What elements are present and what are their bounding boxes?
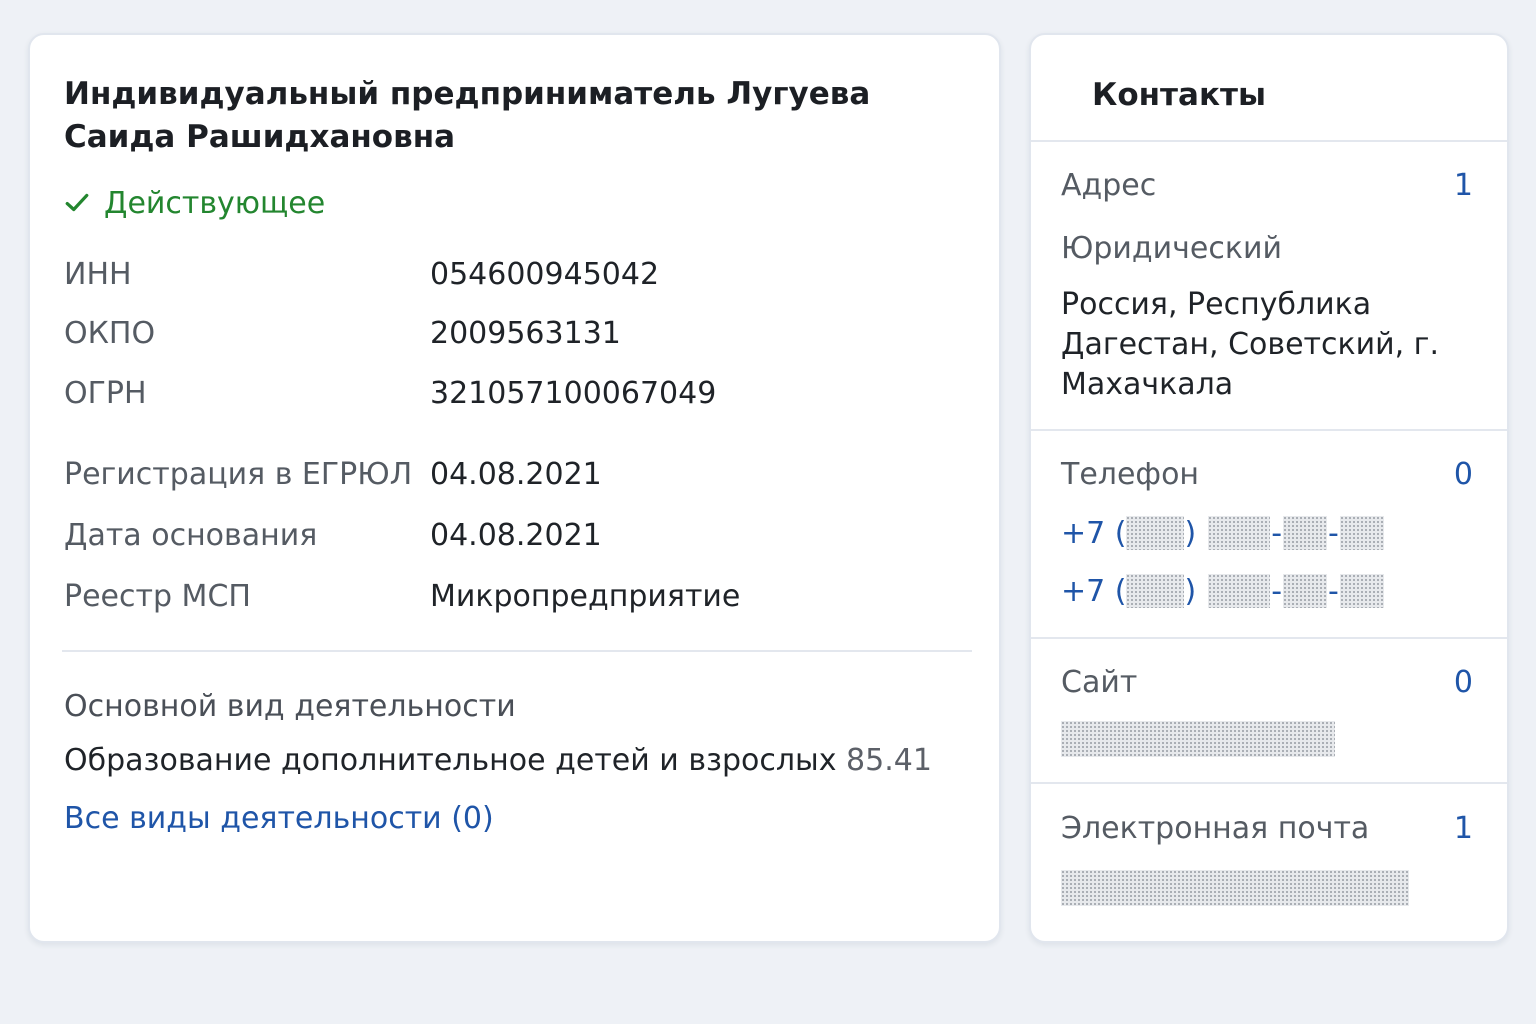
ogrn-label: ОГРН: [64, 376, 147, 411]
masked-code: [1126, 516, 1185, 550]
phone-dash: -: [1271, 573, 1283, 609]
ogrn-value: 321057100067049: [430, 376, 717, 411]
divider: [1031, 637, 1507, 639]
company-card: Индивидуальный предприниматель Лугуева С…: [28, 33, 1001, 943]
founded-value: 04.08.2021: [430, 518, 602, 553]
divider: [62, 650, 972, 652]
company-title: Индивидуальный предприниматель Лугуева С…: [64, 76, 871, 155]
founded-label: Дата основания: [64, 518, 318, 553]
msp-label: Реестр МСП: [64, 579, 251, 614]
egrul-label: Регистрация в ЕГРЮЛ: [64, 457, 413, 492]
address-type: Юридический: [1061, 231, 1282, 266]
phone-prefix: +7 (: [1061, 573, 1127, 609]
masked-email: [1061, 870, 1409, 906]
activity-name: Образование дополнительное детей и взрос…: [64, 743, 837, 778]
phone-number-2[interactable]: +7 ( ) - -: [1061, 571, 1384, 611]
status-text: Действующее: [104, 185, 326, 221]
site-label: Сайт: [1061, 665, 1138, 700]
site-count[interactable]: 0: [1454, 665, 1473, 700]
contacts-card: Контакты Адрес 1 Юридический Россия, Рес…: [1029, 33, 1509, 943]
okpo-label: ОКПО: [64, 316, 156, 351]
phone-prefix: +7 (: [1061, 515, 1127, 551]
masked-digits: [1283, 574, 1328, 608]
msp-value: Микропредприятие: [430, 579, 741, 614]
phone-close: ): [1184, 573, 1197, 609]
all-activities-link[interactable]: Все виды деятельности (0): [64, 801, 494, 836]
phone-count[interactable]: 0: [1454, 457, 1473, 492]
activity-code: 85.41: [846, 743, 932, 778]
masked-code: [1126, 574, 1185, 608]
divider: [1031, 429, 1507, 431]
address-label: Адрес: [1061, 168, 1157, 203]
divider: [1031, 140, 1507, 142]
inn-value: 054600945042: [430, 257, 660, 292]
address-text: Россия, Республика Дагестан, Советский, …: [1061, 287, 1439, 402]
phone-number-1[interactable]: +7 ( ) - -: [1061, 513, 1384, 553]
masked-digits: [1339, 574, 1384, 608]
okpo-value: 2009563131: [430, 316, 621, 351]
phone-dash: -: [1328, 573, 1339, 609]
phone-dash: -: [1271, 515, 1283, 551]
divider: [1031, 782, 1507, 784]
check-icon: [65, 193, 89, 212]
masked-digits: [1208, 574, 1271, 608]
main-activity: Образование дополнительное детей и взрос…: [64, 743, 932, 778]
activity-title: Основной вид деятельности: [64, 689, 516, 724]
status-badge: Действующее: [64, 183, 325, 223]
address-count[interactable]: 1: [1454, 168, 1473, 203]
masked-site: [1061, 721, 1335, 757]
contacts-header: Контакты: [1092, 77, 1266, 113]
phone-close: ): [1184, 515, 1197, 551]
phone-dash: -: [1328, 515, 1339, 551]
masked-digits: [1283, 516, 1328, 550]
egrul-value: 04.08.2021: [430, 457, 602, 492]
masked-digits: [1208, 516, 1271, 550]
masked-digits: [1339, 516, 1384, 550]
email-count[interactable]: 1: [1454, 811, 1473, 846]
phone-label: Телефон: [1061, 457, 1200, 492]
inn-label: ИНН: [64, 257, 132, 292]
email-label: Электронная почта: [1061, 811, 1370, 846]
